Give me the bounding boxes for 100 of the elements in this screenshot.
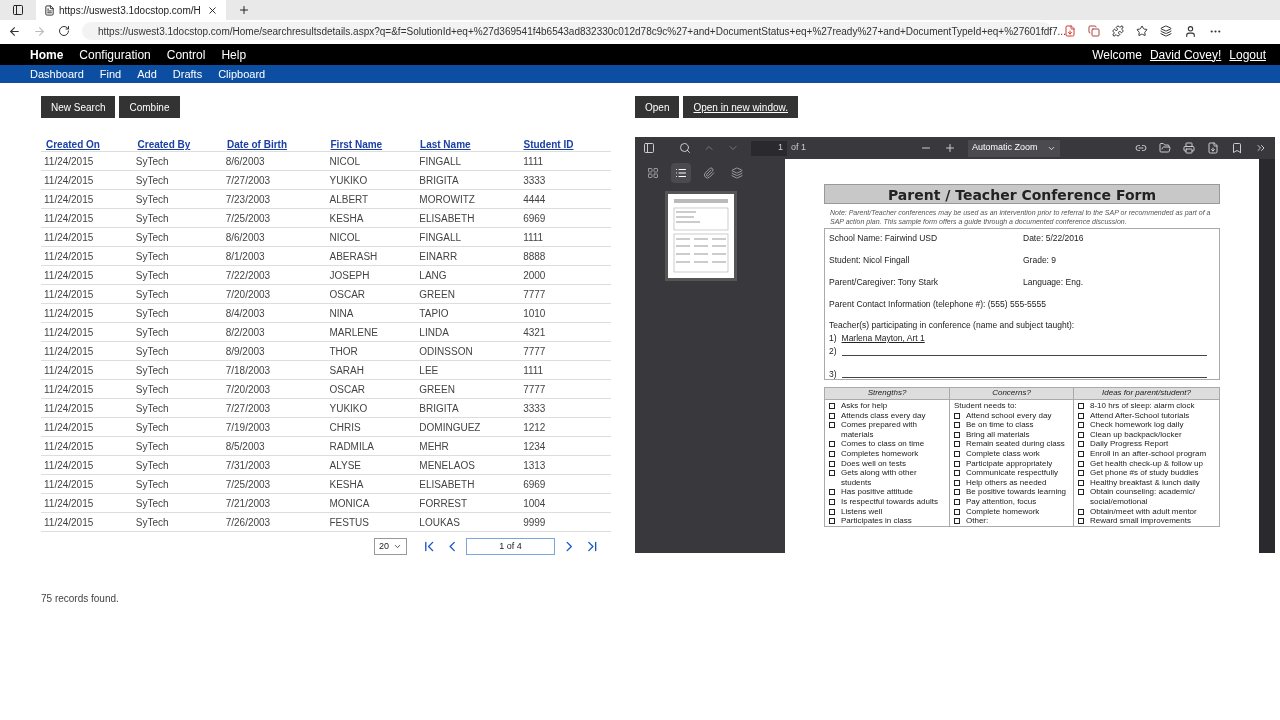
collections-icon[interactable] (1160, 25, 1172, 37)
sub-nav-link[interactable]: Find (99, 65, 122, 83)
checklist-item: Is respectful towards adults (841, 496, 938, 507)
table-cell-text: 11/24/2015 (44, 496, 95, 511)
table-cell-text: 3333 (523, 401, 547, 416)
sub-nav-link[interactable]: Drafts (172, 65, 203, 83)
sub-nav-link[interactable]: Clipboard (218, 65, 266, 83)
form-field: Parent/Caregiver: Tony Stark (829, 276, 1023, 298)
download-icon[interactable] (1207, 142, 1219, 154)
page-size-select[interactable]: 20 (374, 538, 408, 555)
profile-icon[interactable] (1184, 24, 1197, 38)
teachers-heading: Teacher(s) participating in conference (name and subject taught): (829, 319, 1076, 332)
checklist-item: Comes to class on time (841, 439, 925, 449)
list-view-tab[interactable] (671, 163, 691, 183)
table-cell-text: FINGALL (419, 154, 463, 169)
table-cell-text: 7/25/2003 (225, 477, 272, 492)
table-cell-text: DOMINGUEZ (419, 420, 482, 435)
box-icon (829, 470, 835, 477)
column-header[interactable]: Created On (46, 137, 138, 151)
list-icon (675, 167, 687, 179)
table-cell-text: SyTech (135, 496, 170, 511)
nav-link[interactable]: Help (221, 45, 247, 64)
new-tab-icon[interactable] (238, 4, 250, 16)
search-icon[interactable] (679, 142, 691, 154)
checklist-item: Attends class every day (841, 410, 926, 421)
table-cell-text: 1004 (523, 496, 547, 511)
nav-link[interactable]: Configuration (79, 45, 151, 64)
page-number-field[interactable]: 1 (751, 140, 787, 156)
table-cell-text: SyTech (135, 439, 170, 454)
logout-link[interactable]: Logout (1229, 45, 1266, 64)
user-link[interactable]: David Covey! (1149, 45, 1222, 64)
sidebar-toggle-icon[interactable] (643, 142, 655, 154)
table-cell-text: 4444 (523, 192, 547, 207)
toolbar-button[interactable]: Combine (119, 96, 180, 118)
checklist-item: Be positive towards learning (966, 487, 1067, 497)
page-field[interactable]: 1 of 4 (466, 538, 556, 555)
sub-nav-link[interactable]: Add (137, 65, 157, 83)
checklist-item: Remain seated during class (966, 439, 1065, 449)
table-cell-text: 8/9/2003 (225, 344, 266, 359)
bookmark-icon[interactable] (1231, 142, 1243, 154)
table-cell-text: 11/24/2015 (44, 287, 95, 302)
page-icon (44, 4, 55, 16)
table-cell-text: 11/24/2015 (44, 344, 95, 359)
table-cell-text: 11/24/2015 (44, 439, 95, 454)
table-cell-text: SyTech (135, 211, 170, 226)
column-header[interactable]: Created By (137, 137, 228, 151)
more-tools-icon[interactable] (1255, 142, 1267, 154)
box-icon (954, 441, 960, 448)
nav-link[interactable]: Home (30, 45, 64, 64)
checklist-item: Other: (966, 516, 989, 526)
box-icon (829, 508, 835, 515)
toolbar-button[interactable]: Open (635, 96, 680, 118)
zoom-select[interactable]: Automatic Zoom (968, 139, 1060, 157)
table-cell-text: 7/23/2003 (225, 192, 272, 207)
page-count: of 1 (791, 141, 806, 155)
table-cell-text: GREEN (419, 287, 456, 302)
table-cell-text: 7/22/2003 (225, 268, 272, 283)
table-cell-text: SyTech (135, 154, 170, 169)
column-header[interactable]: Last Name (420, 137, 524, 151)
records-count: 75 records found. (41, 592, 120, 606)
favorites-icon[interactable] (1136, 25, 1148, 37)
table-cell-text: SyTech (135, 249, 170, 264)
tab-actions-icon[interactable] (12, 4, 24, 16)
box-icon (1078, 450, 1084, 457)
extensions-icon[interactable] (1112, 25, 1124, 37)
column-header[interactable]: First Name (330, 137, 421, 151)
box-icon (954, 450, 960, 457)
print-icon[interactable] (1183, 142, 1195, 154)
nav-link[interactable]: Control (166, 45, 206, 64)
close-icon[interactable] (207, 4, 218, 16)
browser-tab[interactable]: https://uswest3.1docstop.com/H (36, 0, 226, 20)
box-icon (1078, 489, 1084, 496)
table-cell-text: OSCAR (329, 382, 367, 397)
toolbar-button[interactable]: New Search (41, 96, 116, 118)
box-icon (1078, 470, 1084, 477)
table-cell-text: SARAH (329, 363, 365, 378)
table-cell-text: MOROWITZ (419, 192, 476, 207)
table-cell-text: BRIGITA (419, 401, 460, 416)
box-icon (1078, 441, 1084, 448)
checklist-item: Completes homework (841, 448, 919, 459)
table-cell-text: 11/24/2015 (44, 192, 95, 207)
toolbar-button[interactable]: Open in new window. (683, 96, 798, 118)
table-cell-text: MARLENE (329, 325, 379, 340)
column-header[interactable]: Student ID (523, 137, 611, 151)
form-field: Date: 5/22/2016 (1023, 232, 1084, 254)
sub-nav-link[interactable]: Dashboard (30, 65, 84, 83)
box-icon (1078, 422, 1084, 429)
table-cell-text: ABERASH (329, 249, 379, 264)
line-number: 1) (829, 332, 837, 345)
box-icon (829, 450, 835, 457)
box-icon (954, 489, 960, 496)
zoom-in-icon[interactable] (944, 142, 956, 154)
checklist-item: Enroll in an after-school program (1090, 448, 1207, 459)
table-cell-text: ODINSSON (419, 344, 474, 359)
checklist-item: Complete class work (966, 448, 1040, 459)
back-icon[interactable] (8, 24, 21, 38)
column-header[interactable]: Date of Birth (227, 137, 331, 151)
open-file-icon[interactable] (1159, 142, 1171, 154)
reload-icon[interactable] (58, 25, 70, 37)
box-icon (829, 460, 835, 467)
